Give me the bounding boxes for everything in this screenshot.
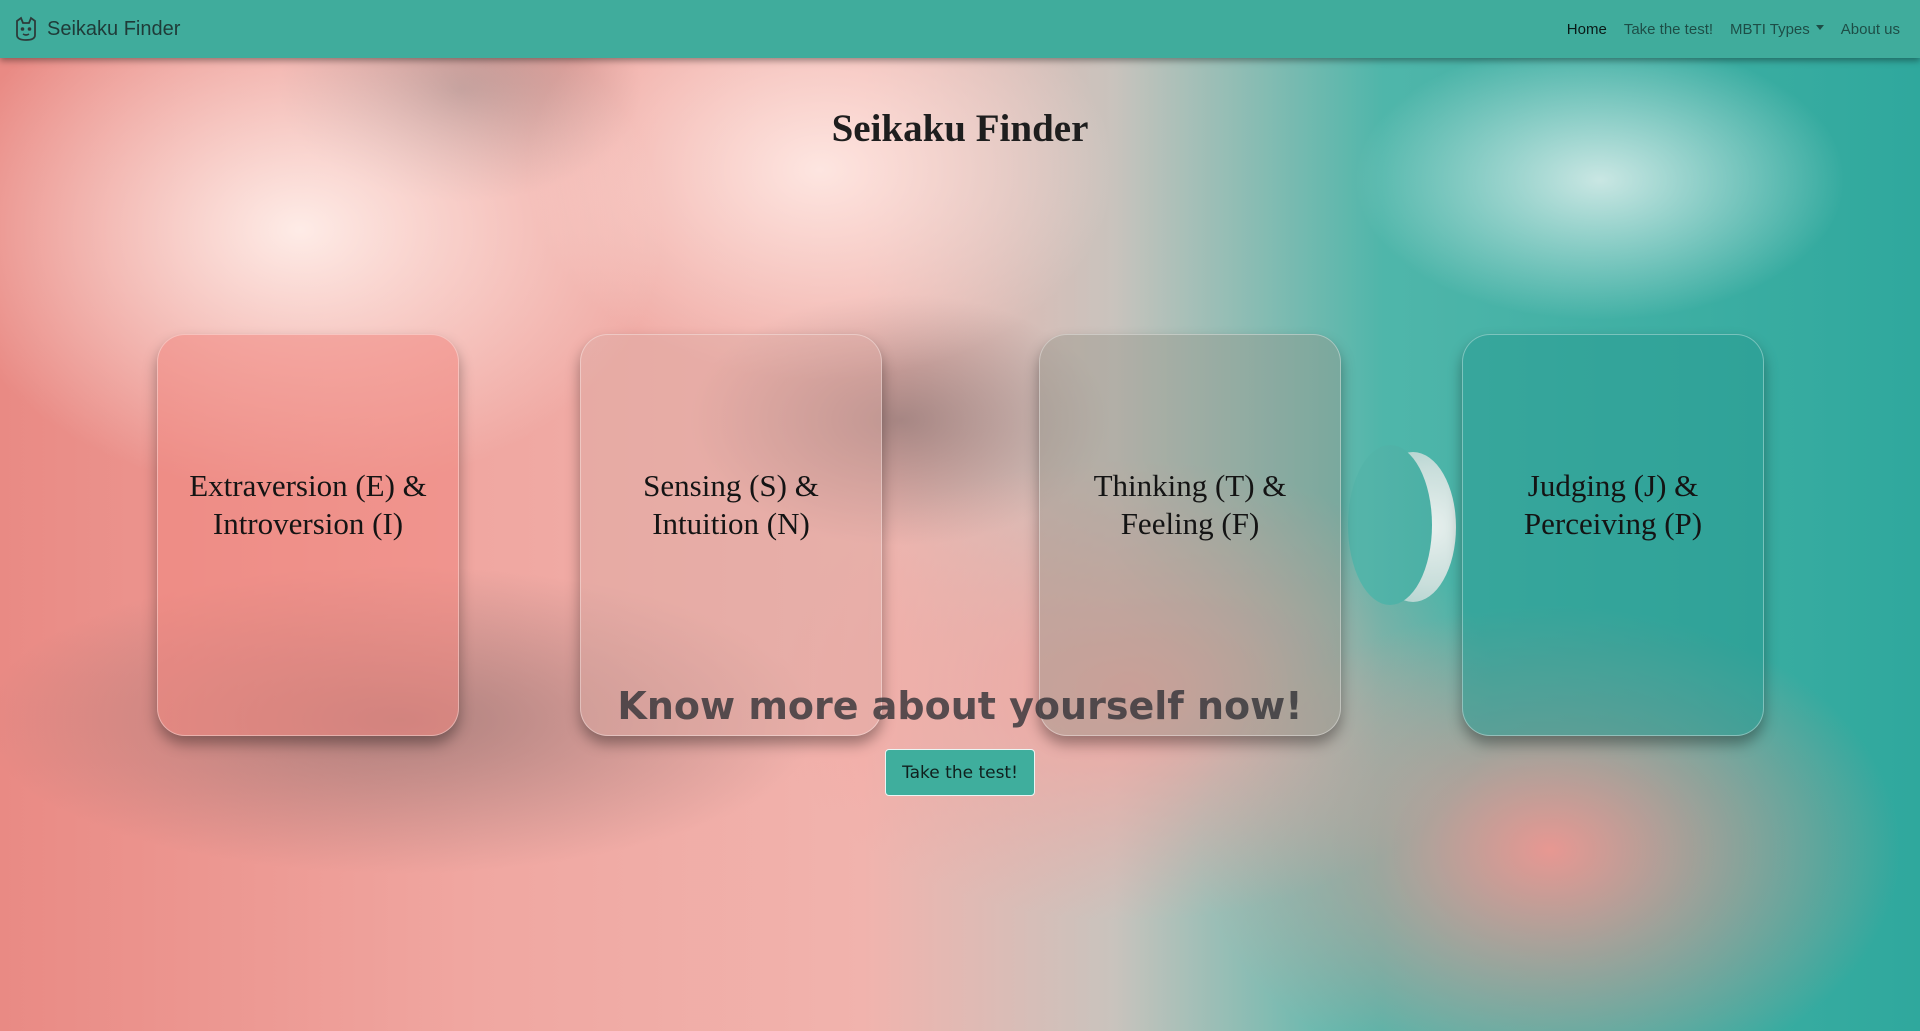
page-title: Seikaku Finder <box>831 107 1089 150</box>
card-thinking-feeling[interactable]: Thinking (T) & Feeling (F) <box>1039 334 1341 736</box>
card-label: Extraversion (E) & Introversion (I) <box>189 467 427 541</box>
card-label: Thinking (T) & Feeling (F) <box>1093 467 1287 541</box>
card-label: Judging (J) & Perceiving (P) <box>1523 467 1703 541</box>
card-extraversion-introversion[interactable]: Extraversion (E) & Introversion (I) <box>157 334 459 736</box>
nav-links: Home Take the test! MBTI Types About us <box>1567 21 1908 38</box>
nav-about-us[interactable]: About us <box>1841 21 1900 38</box>
nav-take-test[interactable]: Take the test! <box>1624 21 1713 38</box>
card-sensing-intuition[interactable]: Sensing (S) & Intuition (N) <box>580 334 882 736</box>
take-test-button[interactable]: Take the test! <box>885 749 1035 796</box>
card-label: Sensing (S) & Intuition (N) <box>643 467 819 541</box>
nav-home[interactable]: Home <box>1567 21 1607 38</box>
card-judging-perceiving[interactable]: Judging (J) & Perceiving (P) <box>1462 334 1764 736</box>
brand-name: Seikaku Finder <box>47 17 181 40</box>
caret-down-icon <box>1815 25 1824 31</box>
navbar: Seikaku Finder Home Take the test! MBTI … <box>0 0 1920 58</box>
mascot-icon <box>12 15 40 43</box>
moon-shadow <box>1348 445 1432 605</box>
nav-mbti-types-dropdown[interactable]: MBTI Types <box>1730 21 1824 38</box>
navbar-brand[interactable]: Seikaku Finder <box>12 15 180 43</box>
nav-mbti-types-label: MBTI Types <box>1730 20 1810 38</box>
tagline: Know more about yourself now! <box>617 684 1303 728</box>
